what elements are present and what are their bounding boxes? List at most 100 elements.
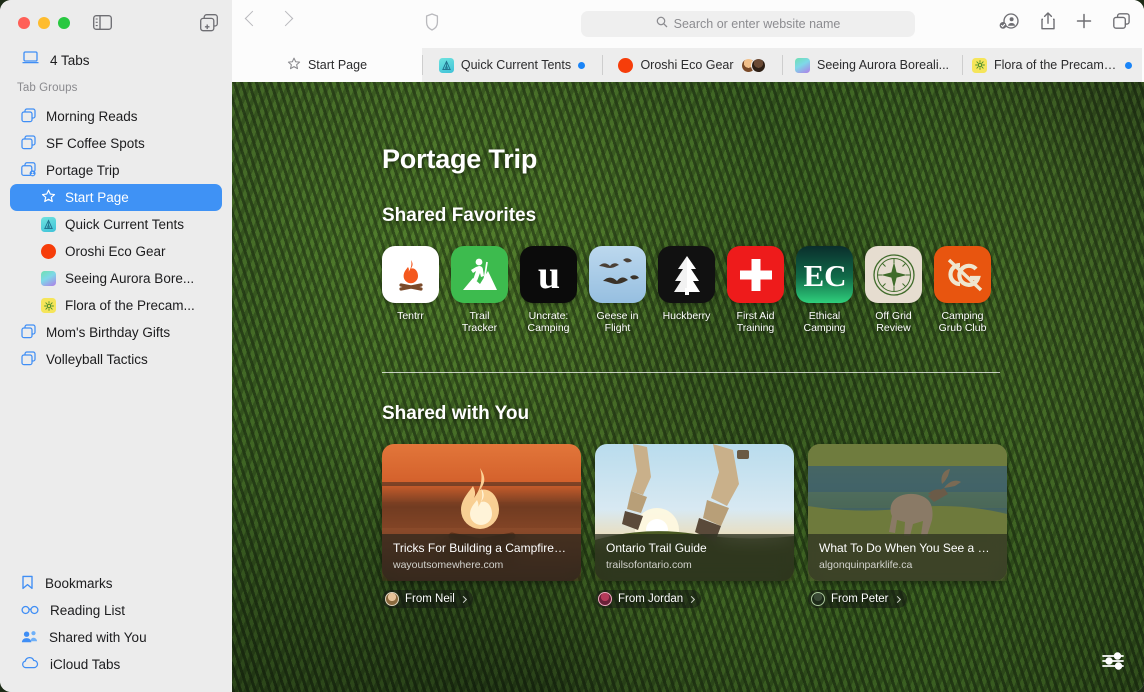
sidebar-item-reading-list[interactable]: Reading List bbox=[10, 597, 222, 624]
shared-with-you-cards: Tricks For Building a Campfire—F... wayo… bbox=[382, 444, 1144, 581]
tab-group-icon bbox=[21, 350, 36, 369]
tab-group-icon bbox=[21, 134, 36, 153]
star-icon bbox=[287, 57, 301, 74]
sidebar-toggle-icon[interactable] bbox=[93, 15, 112, 35]
favorite-camping-grub-club[interactable]: Camping Grub Club bbox=[934, 246, 991, 334]
site-favicon-flora bbox=[972, 57, 987, 73]
hiker-icon bbox=[451, 246, 508, 303]
forward-button[interactable] bbox=[277, 10, 294, 27]
avatar bbox=[385, 592, 399, 606]
favorite-label: Geese in Flight bbox=[596, 310, 639, 334]
favorite-huckberry[interactable]: Huckberry bbox=[658, 246, 715, 334]
ec-monogram-icon: EC bbox=[796, 246, 853, 303]
shared-favorites-heading: Shared Favorites bbox=[382, 205, 537, 226]
from-label: From Peter bbox=[831, 593, 889, 605]
glasses-icon bbox=[21, 603, 39, 618]
campfire-icon bbox=[382, 246, 439, 303]
sidebar-item-morning-reads[interactable]: Morning Reads bbox=[10, 103, 222, 130]
tab-group-shared-icon bbox=[21, 161, 36, 180]
favorite-off-grid-review[interactable]: Off Grid Review bbox=[865, 246, 922, 334]
tab-groups-list: Morning Reads SF Coffee Spots Portage Tr… bbox=[0, 103, 232, 373]
tab-group-icon bbox=[21, 107, 36, 126]
sidebar-item-label: SF Coffee Spots bbox=[46, 136, 145, 151]
sidebar-item-label: iCloud Tabs bbox=[50, 657, 121, 672]
tab-title: Start Page bbox=[307, 58, 368, 72]
sidebar-item-label: Shared with You bbox=[49, 630, 147, 645]
share-icon[interactable] bbox=[1041, 12, 1055, 35]
sidebar-item-quick-current-tents[interactable]: Quick Current Tents bbox=[10, 211, 222, 238]
address-bar-placeholder: Search or enter website name bbox=[673, 17, 841, 31]
back-button[interactable] bbox=[244, 10, 261, 27]
close-window-button[interactable] bbox=[18, 17, 30, 29]
shared-card-ontario-trail[interactable]: Ontario Trail Guide trailsofontario.com bbox=[595, 444, 794, 581]
tab-seeing-aurora[interactable]: Seeing Aurora Boreali... bbox=[782, 48, 962, 82]
site-favicon-aurora bbox=[41, 271, 56, 286]
sidebar-item-oroshi-eco-gear[interactable]: Oroshi Eco Gear bbox=[10, 238, 222, 265]
shared-card-campfire[interactable]: Tricks For Building a Campfire—F... wayo… bbox=[382, 444, 581, 581]
favorite-geese-in-flight[interactable]: Geese in Flight bbox=[589, 246, 646, 334]
unread-dot-icon bbox=[578, 61, 586, 69]
tab-oroshi-eco-gear[interactable]: Oroshi Eco Gear bbox=[602, 48, 782, 82]
site-favicon-tents bbox=[41, 217, 56, 232]
favorite-tentrr[interactable]: Tentrr bbox=[382, 246, 439, 334]
shared-card-moose[interactable]: What To Do When You See a Moo... algonqu… bbox=[808, 444, 1007, 581]
avatar bbox=[750, 57, 766, 73]
chevron-right-icon bbox=[459, 595, 467, 603]
tab-groups-header: Tab Groups bbox=[17, 82, 78, 94]
sidebar-item-label: Reading List bbox=[50, 603, 126, 618]
sidebar-item-label: Portage Trip bbox=[46, 163, 120, 178]
sidebar-item-label: Oroshi Eco Gear bbox=[65, 244, 166, 259]
bookmark-icon bbox=[21, 575, 34, 593]
sidebar-item-start-page[interactable]: Start Page bbox=[10, 184, 222, 211]
new-tab-group-icon[interactable] bbox=[200, 14, 219, 37]
cloud-icon bbox=[21, 657, 39, 672]
sidebar-item-all-tabs[interactable]: 4 Tabs bbox=[0, 46, 232, 74]
card-url: algonquinparklife.ca bbox=[819, 559, 913, 571]
card-title: Tricks For Building a Campfire—F... bbox=[393, 541, 570, 555]
tab-flora-precambrian[interactable]: Flora of the Precambi... bbox=[962, 48, 1142, 82]
chevron-right-icon bbox=[688, 595, 696, 603]
star-icon bbox=[41, 189, 56, 207]
svg-text:u: u bbox=[537, 255, 559, 295]
avatar bbox=[598, 592, 612, 606]
section-divider bbox=[382, 372, 1000, 373]
sidebar-item-bookmarks[interactable]: Bookmarks bbox=[10, 570, 222, 597]
toolbar: Search or enter website name bbox=[232, 0, 1144, 48]
browser-area: Search or enter website name Start Page … bbox=[232, 0, 1144, 692]
from-neil[interactable]: From Neil bbox=[382, 590, 581, 608]
start-page-settings-button[interactable] bbox=[1100, 650, 1126, 672]
share-participants-icon[interactable] bbox=[999, 12, 1020, 35]
tab-start-page[interactable]: Start Page bbox=[232, 48, 422, 82]
sidebar-item-shared-with-you[interactable]: Shared with You bbox=[10, 624, 222, 651]
sidebar-item-seeing-aurora[interactable]: Seeing Aurora Bore... bbox=[10, 265, 222, 292]
sidebar-item-label: Morning Reads bbox=[46, 109, 138, 124]
page-title: Portage Trip bbox=[382, 144, 538, 174]
chevron-right-icon bbox=[893, 595, 901, 603]
favorite-ethical-camping[interactable]: EC Ethical Camping bbox=[796, 246, 853, 334]
site-favicon-aurora bbox=[794, 57, 810, 73]
laptop-icon bbox=[22, 51, 39, 69]
favorite-trail-tracker[interactable]: Trail Tracker bbox=[451, 246, 508, 334]
safari-window: 4 Tabs Tab Groups Morning Reads SF Coffe… bbox=[0, 0, 1144, 692]
from-jordan[interactable]: From Jordan bbox=[595, 590, 794, 608]
from-peter[interactable]: From Peter bbox=[808, 590, 1007, 608]
address-bar[interactable]: Search or enter website name bbox=[581, 11, 915, 37]
sidebar-item-sf-coffee-spots[interactable]: SF Coffee Spots bbox=[10, 130, 222, 157]
tab-quick-current-tents[interactable]: Quick Current Tents bbox=[422, 48, 602, 82]
zoom-window-button[interactable] bbox=[58, 17, 70, 29]
sidebar-item-label: Mom's Birthday Gifts bbox=[46, 325, 171, 340]
favorite-label: First Aid Training bbox=[736, 310, 775, 334]
tab-group-icon bbox=[21, 323, 36, 342]
sidebar-item-icloud-tabs[interactable]: iCloud Tabs bbox=[10, 651, 222, 678]
minimize-window-button[interactable] bbox=[38, 17, 50, 29]
sidebar-item-volleyball-tactics[interactable]: Volleyball Tactics bbox=[10, 346, 222, 373]
sidebar-item-moms-birthday-gifts[interactable]: Mom's Birthday Gifts bbox=[10, 319, 222, 346]
sidebar-item-portage-trip[interactable]: Portage Trip bbox=[10, 157, 222, 184]
sidebar-item-flora-precambrian[interactable]: Flora of the Precam... bbox=[10, 292, 222, 319]
all-tabs-label: 4 Tabs bbox=[50, 52, 90, 68]
new-tab-plus-icon[interactable] bbox=[1076, 13, 1092, 34]
favorite-uncrate-camping[interactable]: u Uncrate: Camping bbox=[520, 246, 577, 334]
privacy-shield-icon[interactable] bbox=[425, 13, 439, 36]
tab-overview-icon[interactable] bbox=[1113, 13, 1130, 34]
favorite-first-aid-training[interactable]: First Aid Training bbox=[727, 246, 784, 334]
